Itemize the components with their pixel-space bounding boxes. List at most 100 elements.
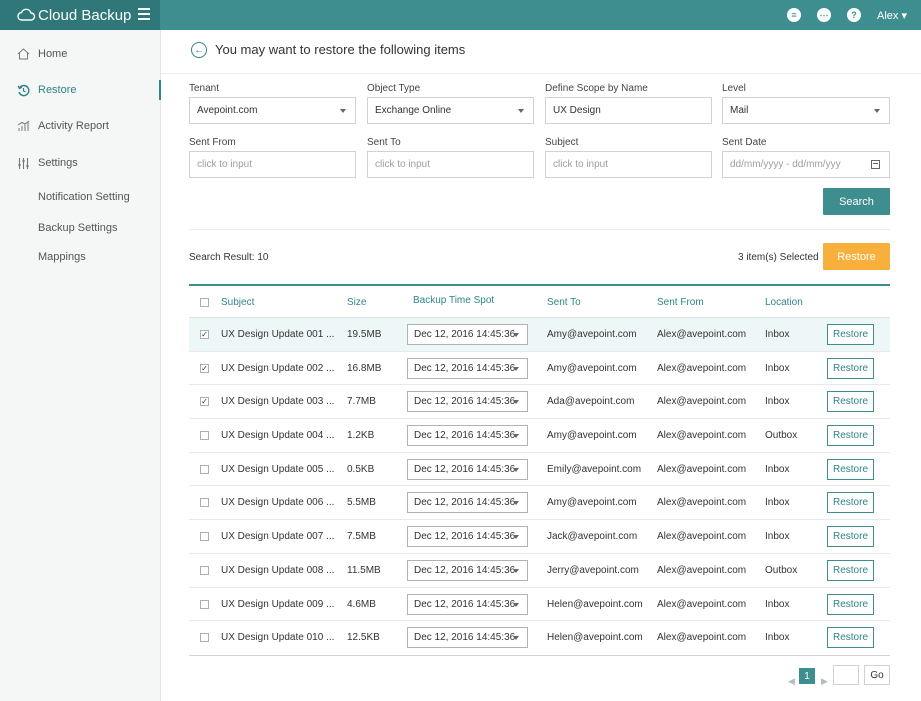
row-restore-button[interactable]: Restore <box>827 391 874 413</box>
sidebar-item-settings[interactable]: Settings <box>0 148 161 178</box>
row-checkbox[interactable]: ✓ <box>200 330 209 339</box>
list-icon[interactable]: ≡ <box>787 8 802 22</box>
sidebar-item-mappings[interactable]: Mappings <box>38 251 86 263</box>
sent-from-input[interactable]: click to input <box>189 151 356 178</box>
user-menu[interactable]: Alex ▾ <box>877 9 907 22</box>
cell-location: Inbox <box>765 329 790 340</box>
page-number-current[interactable]: 1 <box>799 668 815 684</box>
column-location[interactable]: Location <box>765 297 803 308</box>
table-row[interactable]: UX Design Update 005 ... 0.5KB Dec 12, 201… <box>189 453 890 487</box>
back-arrow-icon[interactable]: ← <box>191 42 207 58</box>
backup-time-value: Dec 12, 2016 14:45:36 <box>414 632 516 644</box>
sidebar-item-home[interactable]: Home <box>0 39 161 69</box>
row-checkbox[interactable] <box>200 532 209 542</box>
row-checkbox[interactable] <box>200 565 209 575</box>
table-row[interactable]: UX Design Update 009 ... 4.6MB Dec 12, 201… <box>189 588 890 622</box>
chevron-down-icon <box>513 400 519 405</box>
table-row[interactable]: UX Design Update 007 ... 7.5MB Dec 12, 201… <box>189 520 890 554</box>
backup-time-value: Dec 12, 2016 14:45:36 <box>414 329 516 340</box>
subject-input[interactable]: click to input <box>545 151 712 178</box>
table-row[interactable]: ✓ UX Design Update 002 ... 16.8MB Dec 12, 2… <box>189 352 890 386</box>
row-restore-button[interactable]: Restore <box>827 593 874 615</box>
search-button[interactable]: Search <box>823 188 890 215</box>
tenant-label: Tenant <box>189 83 220 94</box>
sidebar-item-notification-setting[interactable]: Notification Setting <box>38 191 130 203</box>
tenant-select[interactable]: Avepoint.com <box>189 97 356 124</box>
help-icon[interactable]: ? <box>847 8 862 22</box>
row-restore-button[interactable]: Restore <box>827 458 874 480</box>
sent-date-input[interactable]: dd/mm/yyyy - dd/mm/yyy <box>722 151 890 178</box>
level-select[interactable]: Mail <box>722 97 890 124</box>
backup-time-dropdown[interactable]: Dec 12, 2016 14:45:36 <box>407 526 528 548</box>
backup-time-dropdown[interactable]: Dec 12, 2016 14:45:36 <box>407 458 528 480</box>
backup-time-dropdown[interactable]: Dec 12, 2016 14:45:36 <box>407 425 528 447</box>
backup-time-dropdown[interactable]: Dec 12, 2016 14:45:36 <box>407 593 528 615</box>
sidebar-item-restore[interactable]: Restore <box>0 75 161 105</box>
cell-sent-to: Jerry@avepoint.com <box>547 564 639 576</box>
table-row[interactable]: UX Design Update 006 ... 5.5MB Dec 12, 201… <box>189 486 890 521</box>
cell-sent-from: Alex@avepoint.com <box>657 497 747 509</box>
object-type-value: Exchange Online <box>375 105 452 116</box>
backup-time-dropdown[interactable]: Dec 12, 2016 14:45:36 <box>407 492 528 514</box>
row-checkbox[interactable] <box>200 431 209 441</box>
hamburger-menu-icon[interactable] <box>138 8 150 20</box>
table-row[interactable]: UX Design Update 010 ... 12.5KB Dec 12, 20… <box>189 621 890 655</box>
scope-input[interactable]: UX Design <box>545 97 712 124</box>
backup-time-dropdown[interactable]: Dec 12, 2016 14:45:36 <box>407 357 528 379</box>
next-page-icon[interactable]: ▶ <box>821 676 828 687</box>
main-content: ← You may want to restore the following … <box>161 30 921 701</box>
row-checkbox[interactable] <box>200 599 209 609</box>
backup-time-dropdown[interactable]: Dec 12, 2016 14:45:36 <box>407 391 528 413</box>
row-checkbox[interactable]: ✓ <box>200 363 209 373</box>
go-button[interactable]: Go <box>864 665 890 685</box>
calendar-icon[interactable] <box>871 160 880 169</box>
object-type-select[interactable]: Exchange Online <box>367 97 534 124</box>
sidebar-item-backup-settings[interactable]: Backup Settings <box>38 222 118 234</box>
row-restore-button[interactable]: Restore <box>827 492 874 514</box>
table-row[interactable]: UX Design Update 004 ... 1.2KB Dec 12, 201… <box>189 419 890 453</box>
row-checkbox[interactable] <box>200 464 209 474</box>
cell-subject: UX Design Update 006 ... <box>221 497 335 509</box>
row-restore-button[interactable]: Restore <box>827 627 874 649</box>
cell-size: 4.6MB <box>347 598 376 610</box>
cloud-logo-icon <box>17 8 36 21</box>
chat-icon[interactable]: ⋯ <box>817 8 832 22</box>
row-restore-button[interactable]: Restore <box>827 324 874 345</box>
brand[interactable]: Cloud Backup <box>0 0 160 30</box>
row-checkbox[interactable] <box>200 633 209 643</box>
cell-subject: UX Design Update 004 ... <box>221 430 335 442</box>
backup-time-dropdown[interactable]: Dec 12, 2016 14:45:36 <box>407 559 528 581</box>
column-subject[interactable]: Subject <box>221 297 254 308</box>
cell-sent-to: Amy@avepoint.com <box>547 430 637 442</box>
chevron-down-icon <box>513 602 519 607</box>
column-backup-time-spot[interactable]: Backup Time Spot <box>413 295 494 306</box>
row-restore-button[interactable]: Restore <box>827 425 874 447</box>
cell-sent-from: Alex@avepoint.com <box>657 396 747 408</box>
prev-page-icon[interactable]: ◀ <box>788 676 795 687</box>
row-restore-button[interactable]: Restore <box>827 526 874 548</box>
row-restore-button[interactable]: Restore <box>827 357 874 379</box>
column-size[interactable]: Size <box>347 297 366 308</box>
row-restore-button[interactable]: Restore <box>827 559 874 581</box>
cell-location: Inbox <box>765 362 790 374</box>
column-sent-from[interactable]: Sent From <box>657 297 704 308</box>
chevron-down-icon <box>513 333 519 337</box>
table-row[interactable]: ✓ UX Design Update 003 ... 7.7MB Dec 12, 20… <box>189 385 890 420</box>
sidebar-item-activity-report[interactable]: Activity Report <box>0 111 161 141</box>
sent-to-input[interactable]: click to input <box>367 151 534 178</box>
table-row[interactable]: ✓ UX Design Update 001 ... 19.5MB Dec 12, 2… <box>189 318 890 352</box>
cell-sent-to: Ada@avepoint.com <box>547 396 635 408</box>
table-row[interactable]: UX Design Update 008 ... 11.5MB Dec 12, 20… <box>189 554 890 588</box>
restore-selected-button[interactable]: Restore <box>823 243 890 270</box>
column-sent-to[interactable]: Sent To <box>547 297 581 308</box>
table-body: ✓ UX Design Update 001 ... 19.5MB Dec 12, 2… <box>189 318 890 655</box>
chevron-down-icon <box>513 568 519 573</box>
page-jump-input[interactable] <box>833 665 859 685</box>
cell-sent-from: Alex@avepoint.com <box>657 632 747 644</box>
row-checkbox[interactable]: ✓ <box>200 397 209 407</box>
row-checkbox[interactable] <box>200 498 209 508</box>
select-all-checkbox[interactable] <box>200 298 209 307</box>
backup-time-dropdown[interactable]: Dec 12, 2016 14:45:36 <box>407 324 528 345</box>
backup-time-dropdown[interactable]: Dec 12, 2016 14:45:36 <box>407 627 528 649</box>
cell-size: 7.5MB <box>347 531 376 543</box>
